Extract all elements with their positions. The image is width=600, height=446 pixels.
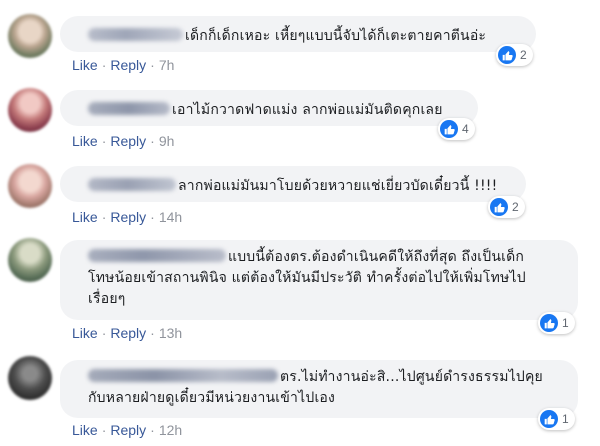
comment-actions: Like · Reply · 13h xyxy=(72,325,182,341)
reaction-count[interactable]: 2 xyxy=(488,196,525,218)
separator-dot: · xyxy=(101,422,107,438)
author-name-blurred[interactable] xyxy=(88,249,226,262)
avatar[interactable] xyxy=(8,356,52,400)
reaction-count-value: 2 xyxy=(512,200,519,214)
comment-text: เด็กก็เด็กเหอะ เหี้ยๆแบบนี้จับได้ก็เตะตา… xyxy=(185,28,487,44)
reaction-count-value: 4 xyxy=(462,122,469,136)
separator-dot: · xyxy=(150,209,155,225)
comment-bubble: ตร.ไม่ทำงานอ่ะสิ...ไปศูนย์ดำรงธรรมไปคุย … xyxy=(60,360,578,418)
separator-dot: · xyxy=(101,209,107,225)
like-icon xyxy=(540,410,558,428)
timestamp[interactable]: 9h xyxy=(159,133,175,149)
reply-link[interactable]: Reply xyxy=(110,422,146,438)
timestamp[interactable]: 7h xyxy=(159,57,175,73)
comment-actions: Like · Reply · 9h xyxy=(72,133,174,149)
comment-bubble: เด็กก็เด็กเหอะ เหี้ยๆแบบนี้จับได้ก็เตะตา… xyxy=(60,16,536,52)
reaction-count[interactable]: 2 xyxy=(496,44,533,66)
comment-bubble: เอาไม้กวาดฟาดแม่ง ลากพ่อแม่มันติดคุกเลย xyxy=(60,90,478,126)
comment-actions: Like · Reply · 12h xyxy=(72,422,182,438)
avatar[interactable] xyxy=(8,164,52,208)
comment-actions: Like · Reply · 14h xyxy=(72,209,182,225)
comment-bubble: ลากพ่อแม่มันมาโบยด้วยหวายแช่เยี่ยวบัดเดี… xyxy=(60,166,526,202)
separator-dot: · xyxy=(150,133,155,149)
reaction-count-value: 2 xyxy=(520,48,527,62)
reply-link[interactable]: Reply xyxy=(110,133,146,149)
like-link[interactable]: Like xyxy=(72,57,98,73)
reaction-count[interactable]: 4 xyxy=(438,118,475,140)
separator-dot: · xyxy=(150,325,155,341)
timestamp[interactable]: 12h xyxy=(159,422,182,438)
reaction-count-value: 1 xyxy=(562,412,569,426)
like-icon xyxy=(440,120,458,138)
reaction-count[interactable]: 1 xyxy=(538,312,575,334)
avatar[interactable] xyxy=(8,238,52,282)
author-name-blurred[interactable] xyxy=(88,102,170,115)
like-link[interactable]: Like xyxy=(72,325,98,341)
avatar[interactable] xyxy=(8,14,52,58)
timestamp[interactable]: 13h xyxy=(159,325,182,341)
separator-dot: · xyxy=(101,133,107,149)
reaction-count[interactable]: 1 xyxy=(538,408,575,430)
like-link[interactable]: Like xyxy=(72,209,98,225)
comment-text: เอาไม้กวาดฟาดแม่ง ลากพ่อแม่มันติดคุกเลย xyxy=(172,102,443,118)
like-icon xyxy=(498,46,516,64)
author-name-blurred[interactable] xyxy=(88,28,183,41)
comment-actions: Like · Reply · 7h xyxy=(72,57,174,73)
reply-link[interactable]: Reply xyxy=(110,57,146,73)
comment-bubble: แบบนี้ต้องตร.ต้องดำเนินคดีให้ถึงที่สุด ถ… xyxy=(60,240,578,320)
like-link[interactable]: Like xyxy=(72,133,98,149)
author-name-blurred[interactable] xyxy=(88,178,176,191)
reply-link[interactable]: Reply xyxy=(110,325,146,341)
separator-dot: · xyxy=(101,57,107,73)
like-icon xyxy=(540,314,558,332)
like-icon xyxy=(490,198,508,216)
timestamp[interactable]: 14h xyxy=(159,209,182,225)
comment-text: ลากพ่อแม่มันมาโบยด้วยหวายแช่เยี่ยวบัดเดี… xyxy=(178,178,498,194)
reaction-count-value: 1 xyxy=(562,316,569,330)
avatar[interactable] xyxy=(8,88,52,132)
like-link[interactable]: Like xyxy=(72,422,98,438)
separator-dot: · xyxy=(150,422,155,438)
author-name-blurred[interactable] xyxy=(88,369,278,382)
separator-dot: · xyxy=(101,325,107,341)
reply-link[interactable]: Reply xyxy=(110,209,146,225)
separator-dot: · xyxy=(150,57,155,73)
